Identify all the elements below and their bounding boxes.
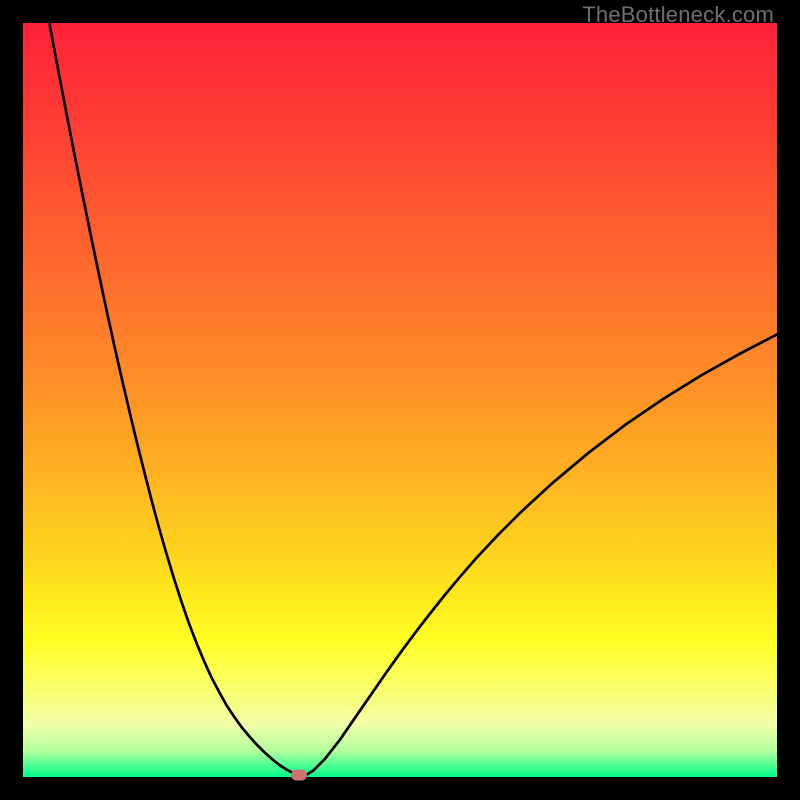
optimal-point-marker — [291, 769, 307, 780]
chart-frame — [23, 23, 777, 777]
watermark-text: TheBottleneck.com — [582, 2, 774, 28]
chart-plot — [23, 23, 777, 777]
